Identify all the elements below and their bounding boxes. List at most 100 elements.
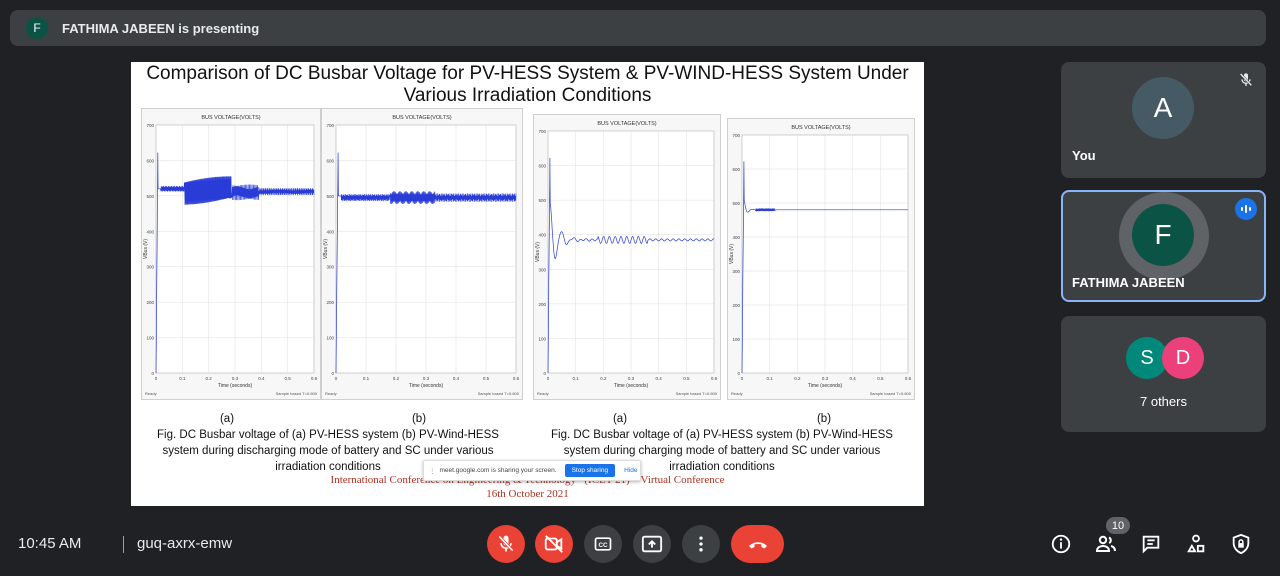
activities-icon [1187,534,1205,553]
y-tick-label: 100 [326,336,334,341]
people-button[interactable] [1094,532,1118,556]
stop-sharing-button[interactable]: Stop sharing [564,464,616,477]
conference-date: 16th October 2021 [486,488,569,500]
x-tick-label: 0.4 [850,376,857,381]
divider [123,536,124,553]
participant-tile-others[interactable]: S D 7 others [1061,316,1266,432]
host-controls-button[interactable] [1229,532,1253,556]
microphone-toggle-button[interactable] [487,525,525,563]
y-tick-label: 200 [538,302,546,307]
avatar-d: D [1162,337,1204,379]
plot-title: BUS VOLTAGE(VOLTS) [791,125,850,131]
x-tick-label: 0 [155,376,158,381]
leave-call-button[interactable] [731,525,784,563]
label-b-left: (b) [411,413,427,425]
y-tick-label: 600 [538,164,546,169]
label-b-right: (b) [816,413,832,425]
hide-banner-button[interactable]: Hide [624,467,637,474]
x-tick-label: 0.2 [600,376,607,381]
status-right: Sample based T=0.600 [870,391,912,396]
y-tick-label: 700 [146,123,154,128]
svg-text:CC: CC [598,542,608,549]
mic-off-icon [498,535,514,552]
slide-title-line-2: Various Irradiation Conditions [403,85,652,106]
x-tick-label: 0.2 [794,376,801,381]
presenting-banner: F FATHIMA JABEEN is presenting [10,10,1266,46]
presenter-avatar: F [26,17,48,39]
others-count: 7 others [1140,394,1187,409]
mic-off-icon [1238,72,1254,93]
y-tick-label: 700 [326,123,334,128]
y-tick-label: 100 [538,336,546,341]
x-tick-label: 0.6 [711,376,718,381]
shared-screen: Comparison of DC Busbar Voltage for PV-H… [131,62,924,506]
participant-name: FATHIMA JABEEN [1072,275,1185,290]
screen-share-banner: ⋮ meet.google.com is sharing your screen… [423,460,641,481]
x-tick-label: 0.2 [393,376,400,381]
status-left: Ready [537,391,549,396]
y-tick-label: 700 [732,133,740,138]
x-tick-label: 0.5 [285,376,292,381]
x-tick-label: 0.4 [656,376,663,381]
x-tick-label: 0.6 [513,376,520,381]
x-tick-label: 0.1 [573,376,580,381]
y-axis-label: VBus (V) [323,239,329,259]
y-tick-label: 300 [538,267,546,272]
y-tick-label: 600 [146,158,154,163]
drag-handle-icon[interactable]: ⋮ [429,467,436,475]
avatar: F [1132,204,1194,266]
plot-a-charging: BUS VOLTAGE(VOLTS) 700 600 500 400 300 200 100 0… [533,114,721,400]
x-axis-label: Time (seconds) [808,383,843,389]
participant-tile-fathima[interactable]: F FATHIMA JABEEN [1061,190,1266,302]
x-axis-label: Time (seconds) [614,383,649,389]
avatar: A [1132,77,1194,139]
meeting-details-button[interactable] [1049,532,1073,556]
x-tick-label: 0 [335,376,338,381]
chat-icon [1142,535,1160,554]
captions-button[interactable]: CC [584,525,622,563]
x-tick-label: 0.3 [232,376,239,381]
status-left: Ready [325,391,337,396]
plot-b-discharging: BUS VOLTAGE(VOLTS) 700 600 500 400 300 200 100 0… [321,108,523,400]
more-options-button[interactable] [682,525,720,563]
x-tick-label: 0.2 [206,376,213,381]
share-banner-text: meet.google.com is sharing your screen. [439,467,557,474]
y-tick-label: 400 [732,235,740,240]
y-tick-label: 700 [538,129,546,134]
y-tick-label: 300 [146,265,154,270]
x-tick-label: 0.3 [822,376,829,381]
y-axis-label: VBus (V) [143,239,149,259]
x-axis-label: Time (seconds) [218,383,253,389]
x-tick-label: 0 [741,376,744,381]
presenting-text: FATHIMA JABEEN is presenting [62,20,260,36]
y-tick-label: 600 [326,158,334,163]
x-tick-label: 0.3 [628,376,635,381]
plot-title: BUS VOLTAGE(VOLTS) [392,115,451,121]
activities-button[interactable] [1184,532,1208,556]
plot-a-discharging: BUS VOLTAGE(VOLTS) 700 600 500 400 300 200 100 0… [141,108,321,400]
info-icon [1051,534,1071,554]
camera-toggle-button[interactable] [535,525,573,563]
participant-tile-you[interactable]: A You [1061,62,1266,178]
status-left: Ready [731,391,743,396]
y-tick-label: 100 [146,336,154,341]
y-tick-label: 300 [326,265,334,270]
plot-title: BUS VOLTAGE(VOLTS) [597,121,656,127]
y-tick-label: 400 [146,229,154,234]
meeting-code: guq-axrx-emw [137,535,233,552]
y-tick-label: 400 [326,229,334,234]
y-tick-label: 600 [732,167,740,172]
y-tick-label: 500 [732,201,740,206]
x-tick-label: 0.6 [311,376,318,381]
y-tick-label: 200 [732,303,740,308]
y-axis-label: VBus (V) [729,244,735,264]
chat-button[interactable] [1139,532,1163,556]
y-tick-label: 200 [326,300,334,305]
status-right: Sample based T=0.600 [478,391,520,396]
present-screen-button[interactable] [633,525,671,563]
shield-lock-icon [1232,533,1250,555]
plot-title: BUS VOLTAGE(VOLTS) [201,115,260,121]
y-axis-label: VBus (V) [535,242,541,262]
call-end-icon [748,542,767,549]
x-axis-label: Time (seconds) [409,383,444,389]
